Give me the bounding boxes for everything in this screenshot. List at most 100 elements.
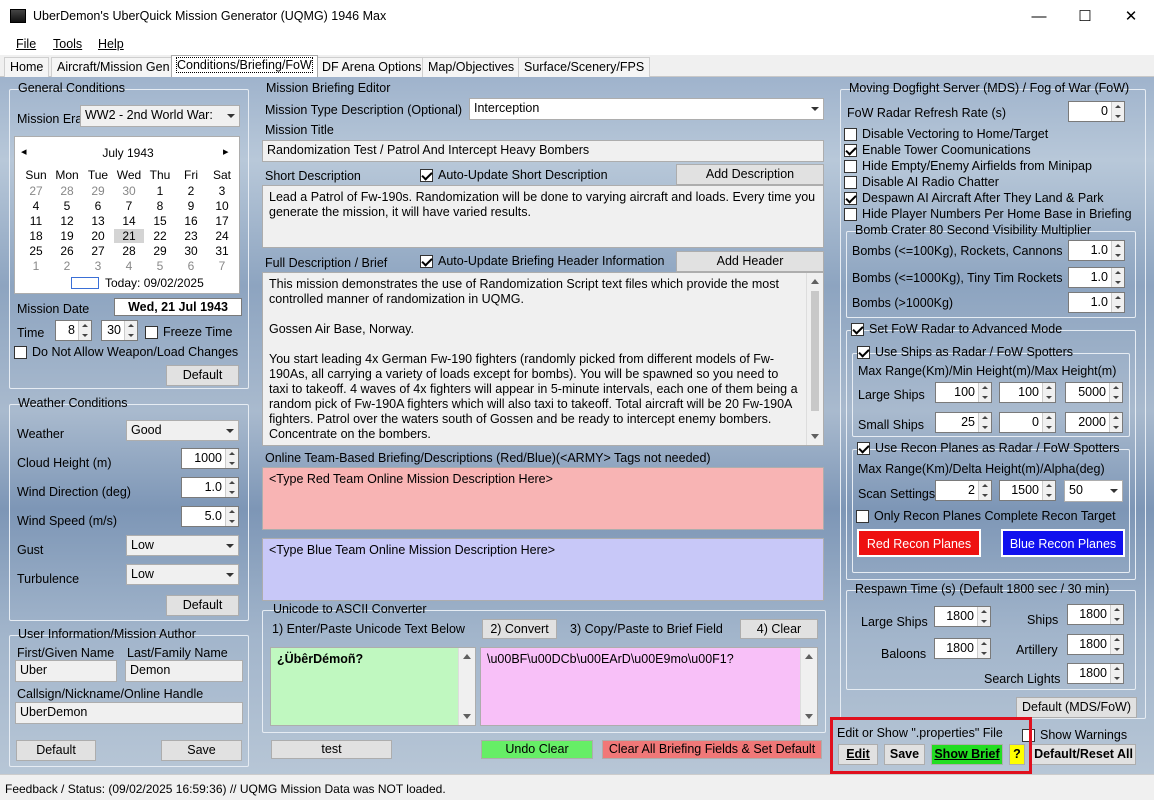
- status-text: Feedback / Status: (09/02/2025 16:59:36)…: [5, 782, 446, 796]
- cloud-height-stepper[interactable]: 1000: [181, 448, 239, 469]
- convert-button[interactable]: 2) Convert: [482, 619, 557, 639]
- menu-file[interactable]: File: [16, 37, 36, 51]
- recon-radar-checkbox[interactable]: Use Recon Planes as Radar / FoW Spotters: [857, 441, 1120, 455]
- mission-date-field[interactable]: Wed, 21 Jul 1943: [114, 298, 242, 316]
- test-button[interactable]: test: [271, 740, 392, 759]
- wind-speed-stepper[interactable]: 5.0: [181, 506, 239, 527]
- group-title: Weather Conditions: [18, 396, 128, 410]
- vertical-scrollbar[interactable]: [458, 648, 475, 725]
- vertical-scrollbar[interactable]: [806, 273, 823, 445]
- callsign-field[interactable]: UberDemon: [15, 702, 243, 724]
- close-button[interactable]: ✕: [1108, 0, 1154, 33]
- wind-direction-stepper[interactable]: 1.0: [181, 477, 239, 498]
- calendar-week[interactable]: 1234567: [21, 259, 237, 274]
- tab-aircraft-mission-gen[interactable]: Aircraft/Mission Gen: [51, 57, 176, 77]
- clear-all-briefing-button[interactable]: Clear All Briefing Fields & Set Default: [602, 740, 822, 759]
- hide-airfields-checkbox[interactable]: Hide Empty/Enemy Airfields from Minipap: [844, 159, 1092, 173]
- calendar-week[interactable]: 27 28 29 30 1 2 3: [21, 184, 237, 199]
- weather-select[interactable]: Good: [126, 420, 239, 441]
- hide-player-numbers-checkbox[interactable]: Hide Player Numbers Per Home Base in Bri…: [844, 207, 1132, 221]
- tab-df-arena-options[interactable]: DF Arena Options: [316, 57, 428, 77]
- blue-recon-button[interactable]: Blue Recon Planes: [1001, 529, 1125, 557]
- tab-home[interactable]: Home: [4, 57, 50, 77]
- crater-small-label: Bombs (<=100Kg), Rockets, Cannons: [852, 244, 1063, 258]
- large-ships-min-height-stepper[interactable]: 100: [999, 382, 1056, 403]
- enable-tower-checkbox[interactable]: Enable Tower Coomunications: [844, 143, 1031, 157]
- time-hour-stepper[interactable]: 8: [55, 320, 92, 341]
- menu-help[interactable]: Help: [98, 37, 124, 51]
- next-month-icon[interactable]: ▸: [223, 145, 229, 158]
- freeze-time-checkbox[interactable]: Freeze Time: [145, 325, 232, 339]
- calendar-week[interactable]: 25 26 27 28 29 30 31: [21, 244, 237, 259]
- time-minute-stepper[interactable]: 30: [101, 320, 138, 341]
- maximize-button[interactable]: ☐: [1062, 0, 1108, 33]
- ships-radar-checkbox[interactable]: Use Ships as Radar / FoW Spotters: [857, 345, 1073, 359]
- default-reset-all-button[interactable]: Default/Reset All: [1031, 744, 1136, 765]
- calendar[interactable]: ◂ July 1943 ▸ Sun Mon Tue Wed Thu Fri Sat 27 28…: [14, 136, 240, 294]
- show-warnings-checkbox[interactable]: Show Warnings: [1022, 728, 1127, 742]
- scan-alpha-select[interactable]: 50: [1064, 480, 1123, 502]
- tab-conditions-briefing-fow[interactable]: Conditions/Briefing/FoW: [171, 55, 318, 77]
- small-ships-range-stepper[interactable]: 25: [935, 412, 992, 433]
- red-team-textarea[interactable]: <Type Red Team Online Mission Descriptio…: [262, 467, 824, 530]
- red-recon-button[interactable]: Red Recon Planes: [857, 529, 981, 557]
- respawn-search-lights-stepper[interactable]: 1800: [1067, 663, 1124, 684]
- large-ships-max-height-stepper[interactable]: 5000: [1065, 382, 1123, 403]
- callsign-label: Callsign/Nickname/Online Handle: [17, 687, 204, 701]
- calendar-week[interactable]: 11 12 13 14 15 16 17: [21, 214, 237, 229]
- add-description-button[interactable]: Add Description: [676, 164, 824, 185]
- unicode-step1-label: 1) Enter/Paste Unicode Text Below: [272, 622, 465, 636]
- ascii-output-textarea[interactable]: \u00BF\u00DCb\u00EArD\u00E9mo\u00F1?: [480, 647, 818, 726]
- add-header-button[interactable]: Add Header: [676, 251, 824, 272]
- minimize-button[interactable]: —: [1016, 0, 1062, 33]
- short-description-textarea[interactable]: Lead a Patrol of Fw-190s. Randomization …: [262, 185, 824, 248]
- mission-title-field[interactable]: Randomization Test / Patrol And Intercep…: [262, 140, 824, 162]
- only-recon-checkbox[interactable]: Only Recon Planes Complete Recon Target: [856, 509, 1116, 523]
- unicode-input-textarea[interactable]: ¿ÜbêrDémoñ?: [270, 647, 476, 726]
- crater-small-stepper[interactable]: 1.0: [1068, 240, 1125, 261]
- crater-large-stepper[interactable]: 1.0: [1068, 292, 1125, 313]
- respawn-balloons-stepper[interactable]: 1800: [934, 638, 991, 659]
- first-name-field[interactable]: Uber: [15, 660, 117, 682]
- respawn-ships-stepper[interactable]: 1800: [1067, 604, 1124, 625]
- calendar-week[interactable]: 18 19 20 21 22 23 24: [21, 229, 237, 244]
- undo-clear-button[interactable]: Undo Clear: [481, 740, 593, 759]
- small-ships-max-height-stepper[interactable]: 2000: [1065, 412, 1123, 433]
- weather-default-button[interactable]: Default: [166, 595, 239, 616]
- last-name-field[interactable]: Demon: [125, 660, 243, 682]
- user-save-button[interactable]: Save: [161, 740, 242, 761]
- no-weapon-changes-checkbox[interactable]: Do Not Allow Weapon/Load Changes: [14, 345, 238, 359]
- menu-tools[interactable]: Tools: [53, 37, 82, 51]
- scan-height-stepper[interactable]: 1500: [999, 480, 1056, 501]
- fow-refresh-stepper[interactable]: 0: [1068, 101, 1125, 122]
- app-icon: [10, 9, 26, 23]
- gust-select[interactable]: Low: [126, 535, 239, 556]
- turbulence-select[interactable]: Low: [126, 564, 239, 585]
- mission-type-select[interactable]: Interception: [469, 98, 824, 120]
- clear-button[interactable]: 4) Clear: [740, 619, 818, 639]
- advanced-mode-checkbox[interactable]: Set FoW Radar to Advanced Mode: [851, 322, 1065, 336]
- despawn-ai-checkbox[interactable]: Despawn AI Aircraft After They Land & Pa…: [844, 191, 1104, 205]
- user-default-button[interactable]: Default: [16, 740, 96, 761]
- respawn-large-ships-stepper[interactable]: 1800: [934, 606, 991, 627]
- crater-medium-stepper[interactable]: 1.0: [1068, 267, 1125, 288]
- blue-team-textarea[interactable]: <Type Blue Team Online Mission Descripti…: [262, 538, 824, 601]
- large-ships-range-stepper[interactable]: 100: [935, 382, 992, 403]
- general-default-button[interactable]: Default: [166, 365, 239, 386]
- tab-map-objectives[interactable]: Map/Objectives: [422, 57, 521, 77]
- auto-update-short-checkbox[interactable]: Auto-Update Short Description: [420, 168, 608, 182]
- small-ships-min-height-stepper[interactable]: 0: [999, 412, 1056, 433]
- vertical-scrollbar[interactable]: [800, 648, 817, 725]
- auto-update-header-checkbox[interactable]: Auto-Update Briefing Header Information: [420, 254, 665, 268]
- calendar-today[interactable]: Today: 09/02/2025: [105, 276, 204, 290]
- scan-range-stepper[interactable]: 2: [935, 480, 992, 501]
- disable-ai-chatter-checkbox[interactable]: Disable AI Radio Chatter: [844, 175, 999, 189]
- mission-era-select[interactable]: WW2 - 2nd World War:: [80, 105, 240, 127]
- respawn-artillery-stepper[interactable]: 1800: [1067, 634, 1124, 655]
- disable-vectoring-checkbox[interactable]: Disable Vectoring to Home/Target: [844, 127, 1048, 141]
- default-mds-fow-button[interactable]: Default (MDS/FoW): [1016, 697, 1137, 718]
- group-title: Mission Briefing Editor: [266, 81, 391, 95]
- tab-surface-scenery-fps[interactable]: Surface/Scenery/FPS: [518, 57, 651, 77]
- full-description-textarea[interactable]: This mission demonstrates the use of Ran…: [262, 272, 824, 446]
- calendar-week[interactable]: 4 5 6 7 8 9 10: [21, 199, 237, 214]
